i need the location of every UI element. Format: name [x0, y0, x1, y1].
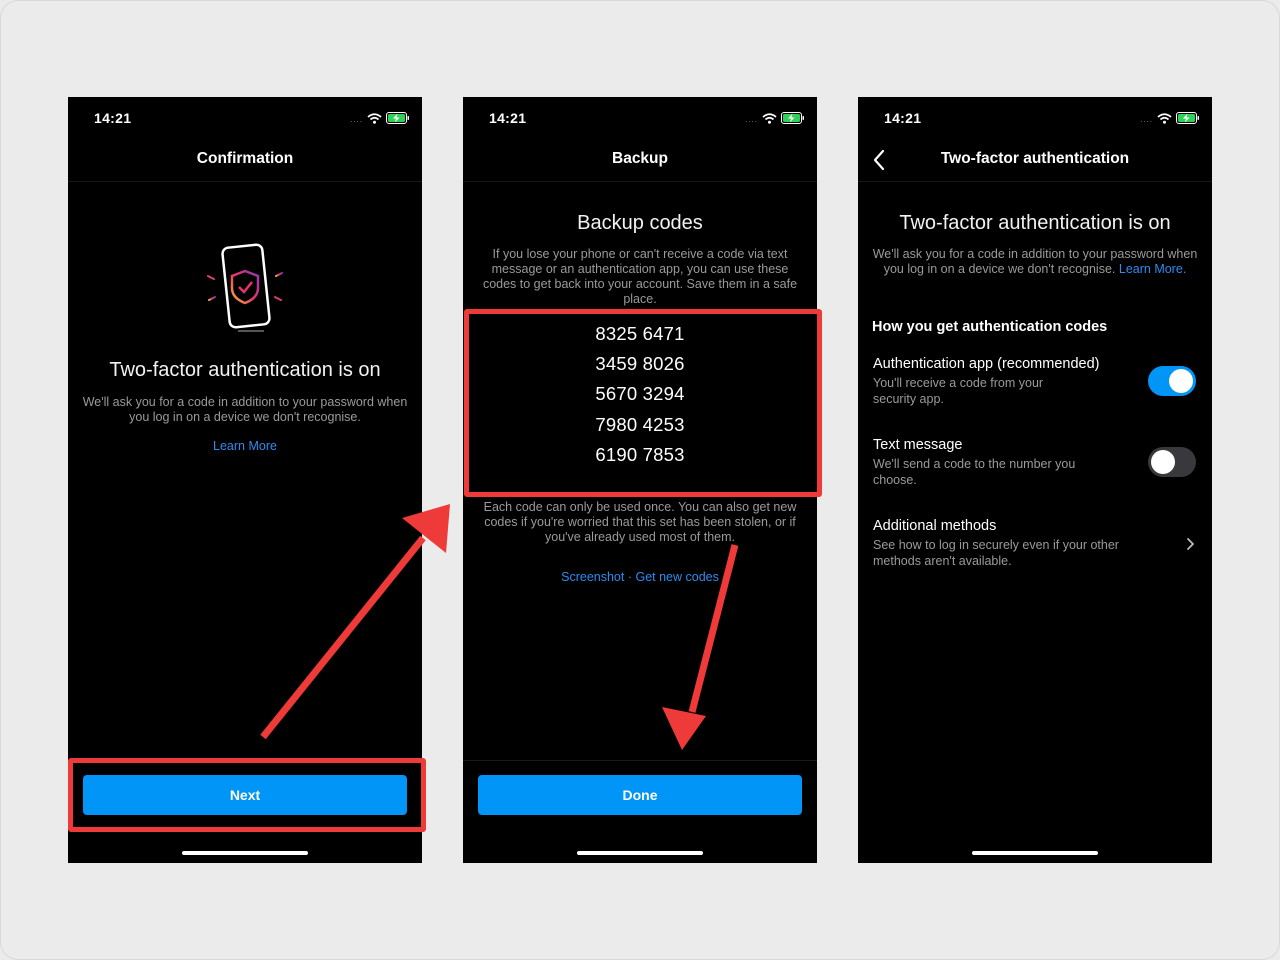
status-time: 14:21 [94, 110, 132, 126]
wifi-icon [367, 112, 382, 124]
screenshot-link[interactable]: Screenshot [561, 570, 624, 584]
heading: Two-factor authentication is on [109, 359, 381, 381]
status-time: 14:21 [489, 110, 527, 126]
codes-links: Screenshot · Get new codes [463, 570, 817, 584]
learn-more-wrap: Learn More [68, 437, 422, 455]
backup-code: 7980 4253 [595, 413, 685, 435]
battery-charging-icon [386, 112, 409, 124]
link-separator: · [624, 570, 636, 584]
option-additional-methods[interactable]: Additional methods See how to log in sec… [873, 518, 1198, 569]
backup-code: 8325 6471 [595, 323, 685, 344]
learn-more-link[interactable]: Learn More [213, 439, 277, 453]
home-indicator [972, 851, 1098, 855]
description: We'll ask you for a code in addition to … [82, 395, 408, 424]
text-message-toggle[interactable] [1148, 447, 1196, 477]
authentication-app-toggle[interactable] [1148, 366, 1196, 396]
learn-more-link[interactable]: Learn More [1119, 262, 1183, 276]
chevron-right-icon[interactable] [1184, 536, 1196, 552]
home-indicator [182, 851, 308, 855]
next-button[interactable]: Next [83, 775, 407, 815]
nav-bar: Confirmation [68, 141, 422, 182]
section-heading: How you get authentication codes [872, 319, 1108, 335]
battery-charging-icon [781, 112, 804, 124]
status-icons: .... [745, 112, 805, 124]
wifi-icon [1157, 112, 1172, 124]
option-description: You'll receive a code from your security… [873, 376, 1044, 406]
signal-dots: .... [350, 115, 363, 124]
status-bar: 14:21 .... [68, 97, 422, 141]
nav-bar: Two-factor authentication [858, 141, 1212, 182]
backup-code: 5670 3294 [595, 383, 685, 405]
option-description: We'll send a code to the number you choo… [873, 457, 1076, 487]
option-title: Text message [873, 437, 963, 453]
phone-screen-2fa-settings: 14:21 .... Two-factor authentication Two… [858, 97, 1212, 863]
toggle-knob [1151, 450, 1175, 474]
page-title: Confirmation [196, 150, 294, 167]
link-suffix: . [1182, 262, 1187, 276]
codes-note: Each code can only be used once. You can… [483, 500, 797, 544]
option-title: Authentication app (recommended) [873, 356, 1100, 372]
toggle-knob [1169, 369, 1193, 393]
get-new-codes-link[interactable]: Get new codes [635, 570, 718, 584]
home-indicator [577, 851, 703, 855]
done-button[interactable]: Done [478, 775, 802, 815]
wifi-icon [762, 112, 777, 124]
status-time: 14:21 [884, 110, 922, 126]
backup-code: 3459 8026 [595, 353, 685, 375]
phone-shield-illustration [205, 243, 285, 332]
description: We'll ask you for a code in addition to … [872, 247, 1198, 277]
signal-dots: .... [1140, 115, 1153, 124]
backup-codes-list: 8325 6471 3459 8026 5670 3294 7980 4253 … [471, 319, 809, 490]
option-description: See how to log in securely even if your … [873, 538, 1119, 568]
phone-screen-backup: 14:21 .... Backup Backup codes If you lo… [463, 97, 817, 863]
battery-charging-icon [1176, 112, 1199, 124]
footer-divider [463, 760, 817, 761]
status-icons: .... [350, 112, 410, 124]
status-bar: 14:21 .... [858, 97, 1212, 141]
heading: Two-factor authentication is on [899, 212, 1171, 234]
status-icons: .... [1140, 112, 1200, 124]
signal-dots: .... [745, 115, 758, 124]
status-bar: 14:21 .... [463, 97, 817, 141]
description: If you lose your phone or can't receive … [482, 247, 798, 306]
heading: Backup codes [577, 212, 703, 234]
phone-screen-confirmation: 14:21 .... Confirmation Two-factor authe… [68, 97, 422, 863]
nav-bar: Backup [463, 141, 817, 182]
page-title: Backup [612, 150, 668, 167]
page-title: Two-factor authentication [940, 150, 1130, 167]
backup-code: 6190 7853 [595, 443, 685, 465]
option-title: Additional methods [873, 518, 997, 534]
